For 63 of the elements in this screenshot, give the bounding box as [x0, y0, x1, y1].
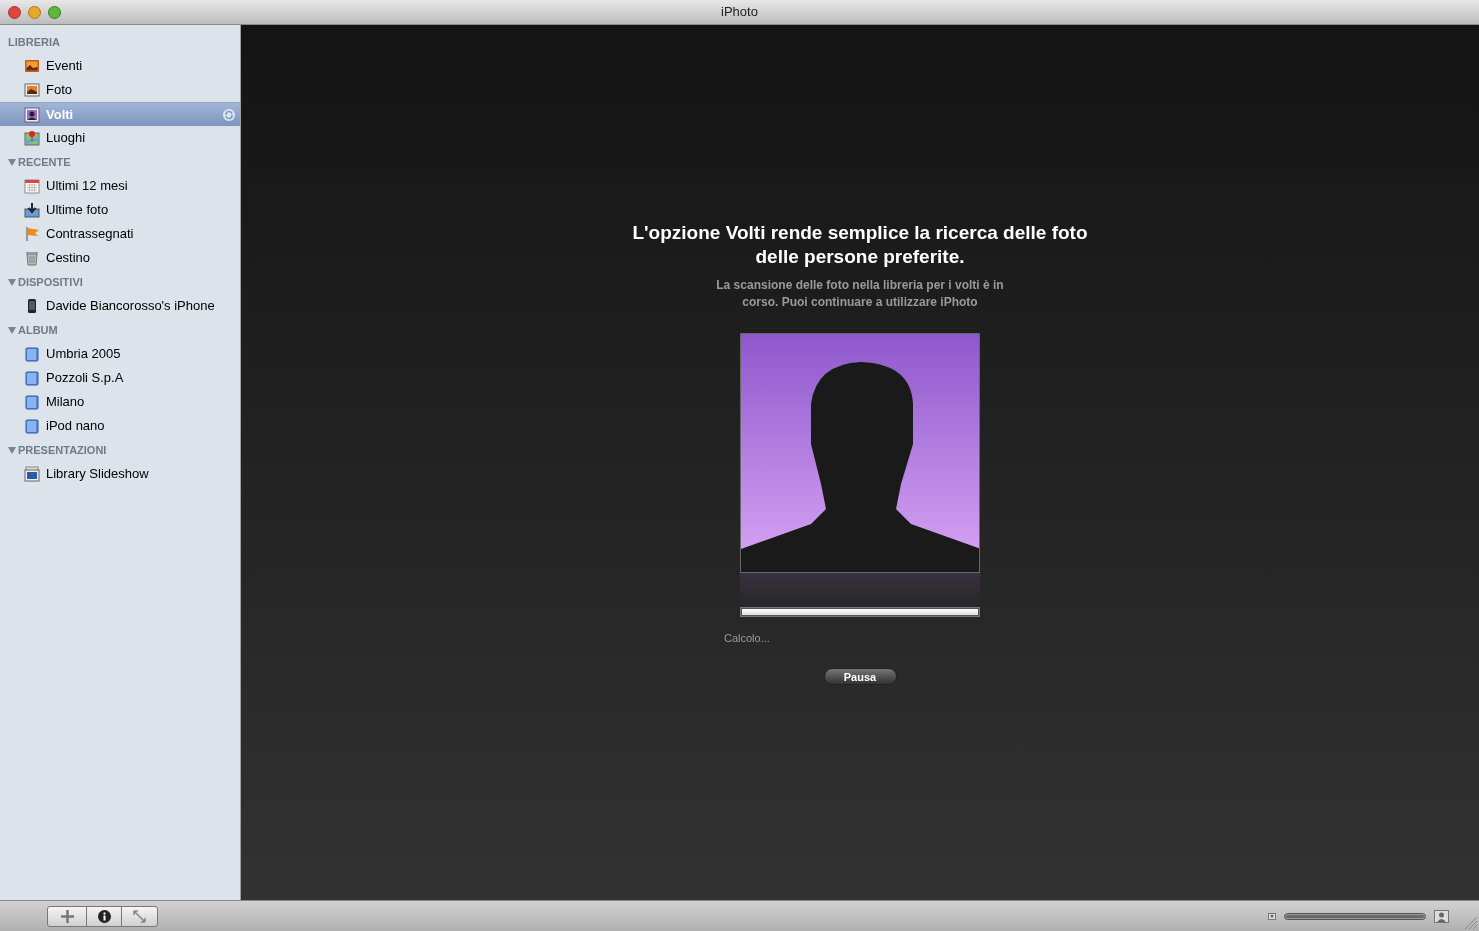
item-label: Library Slideshow [46, 465, 150, 484]
item-label: Contrassegnati [46, 225, 135, 244]
item-label: Milano [46, 393, 86, 412]
portrait-icon [24, 106, 40, 123]
map-pin-icon [24, 130, 40, 146]
item-label: Luoghi [46, 129, 87, 148]
heading: L'opzione Volti rende semplice la ricerca delle foto delle persone preferite. [631, 221, 1089, 269]
sidebar-item[interactable]: Library Slideshow [0, 462, 240, 486]
section-header: LIBRERIA [8, 34, 60, 50]
item-label: Cestino [46, 249, 92, 268]
section-header: ALBUM [18, 322, 58, 338]
sidebar-item[interactable]: Luoghi [0, 126, 240, 150]
large-photo-icon [1434, 909, 1449, 923]
sidebar-item[interactable]: Eventi [0, 54, 240, 78]
album-icon [24, 394, 40, 410]
download-arrow-icon [24, 202, 40, 218]
sidebar-item[interactable]: Ultimi 12 mesi [0, 174, 240, 198]
item-label: Umbria 2005 [46, 345, 122, 364]
item-label: Foto [46, 81, 73, 100]
item-label: Pozzoli S.p.A [46, 369, 125, 388]
disclosure-triangle-icon[interactable] [8, 278, 16, 286]
sidebar-item[interactable]: Pozzoli S.p.A [0, 366, 240, 390]
album-icon [24, 346, 40, 362]
sidebar-item[interactable]: Milano [0, 390, 240, 414]
trash-icon [24, 250, 40, 266]
item-label: Ultime foto [46, 201, 110, 220]
section-header: RECENTE [18, 154, 71, 170]
item-label: Ultimi 12 mesi [46, 177, 129, 196]
plus-icon [60, 909, 74, 923]
pause-button[interactable]: Pausa [823, 668, 897, 685]
album-icon [24, 418, 40, 434]
small-photo-icon [1268, 912, 1276, 920]
sidebar-item[interactable]: Cestino [0, 246, 240, 270]
item-label: Eventi [46, 57, 84, 76]
minimize-button[interactable] [28, 5, 41, 19]
sidebar-item[interactable]: iPod nano [0, 414, 240, 438]
description: La scansione delle foto nella libreria per i volti è in corso. Puoi continuare a utilizzare iPhoto [715, 277, 1005, 311]
zoom-button[interactable] [48, 5, 61, 19]
album-icon [24, 370, 40, 386]
resize-grip-icon[interactable] [1463, 915, 1477, 929]
sidebar-item[interactable]: Ultime foto [0, 198, 240, 222]
slideshow-icon [24, 466, 40, 482]
section-header: DISPOSITIVI [18, 274, 83, 290]
item-label: iPod nano [46, 417, 106, 436]
progress-status: Calcolo... [724, 632, 770, 644]
disclosure-triangle-icon[interactable] [8, 326, 16, 334]
disclosure-triangle-icon[interactable] [8, 158, 16, 166]
info-icon [97, 909, 111, 923]
item-label: Volti [46, 105, 75, 124]
sidebar-item[interactable]: Umbria 2005 [0, 342, 240, 366]
expand-arrows-icon [133, 909, 146, 923]
events-icon [24, 58, 40, 74]
sidebar-item[interactable]: Davide Biancorosso's iPhone [0, 294, 240, 318]
flag-icon [24, 226, 40, 242]
window-title: iPhoto [721, 3, 758, 22]
item-label: Davide Biancorosso's iPhone [46, 297, 216, 316]
sidebar-item[interactable]: Foto [0, 78, 240, 102]
calendar-icon [24, 178, 40, 194]
sidebar-item[interactable]: Contrassegnati [0, 222, 240, 246]
section-header: PRESENTAZIONI [18, 442, 107, 458]
disclosure-triangle-icon[interactable] [8, 446, 16, 454]
photo-icon [24, 82, 40, 98]
close-button[interactable] [8, 5, 21, 19]
